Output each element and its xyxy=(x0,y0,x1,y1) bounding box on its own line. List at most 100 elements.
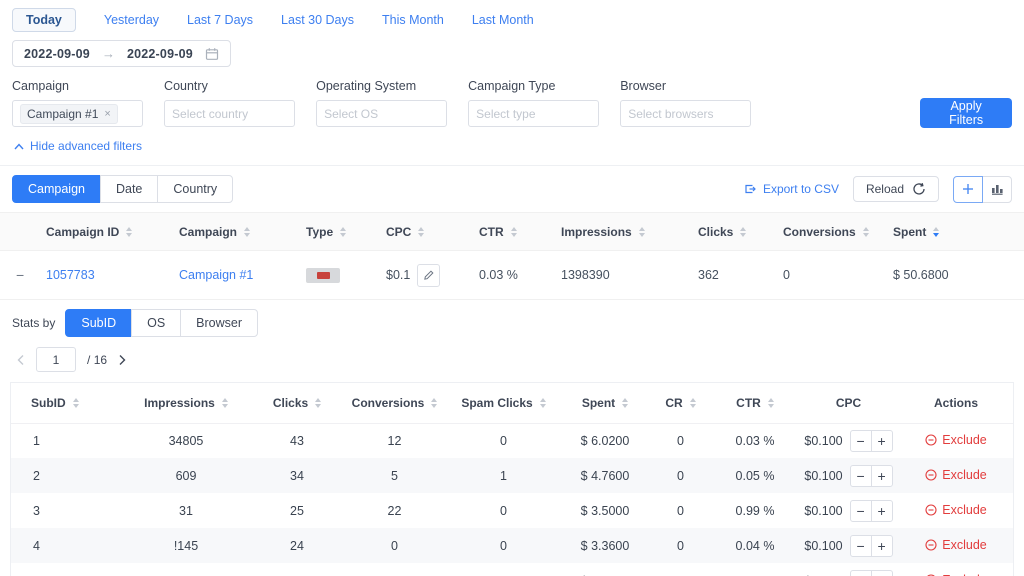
next-page-button[interactable] xyxy=(118,354,127,366)
range-last30-button[interactable]: Last 30 Days xyxy=(281,9,354,31)
column-header-conversions[interactable]: Conversions xyxy=(343,383,446,423)
export-csv-link[interactable]: Export to CSV xyxy=(743,182,839,196)
tab-subid[interactable]: SubID xyxy=(65,309,132,337)
remove-tag-icon[interactable]: × xyxy=(104,108,110,120)
subid-value: 3 xyxy=(11,493,121,528)
column-header-ctr[interactable]: CTR xyxy=(712,383,798,423)
sort-icon[interactable] xyxy=(418,227,424,237)
tab-campaign[interactable]: Campaign xyxy=(12,175,101,203)
sort-icon[interactable] xyxy=(431,398,437,408)
spam-clicks-value: 0 xyxy=(446,563,561,576)
exclude-button[interactable]: Exclude xyxy=(925,468,986,482)
sort-icon[interactable] xyxy=(222,398,228,408)
exclude-button[interactable]: Exclude xyxy=(925,573,986,576)
column-header-cr[interactable]: CR xyxy=(649,383,712,423)
sort-icon[interactable] xyxy=(768,398,774,408)
sort-icon[interactable] xyxy=(639,227,645,237)
sort-icon[interactable] xyxy=(315,398,321,408)
reload-label: Reload xyxy=(866,182,904,196)
clicks-value: 14 xyxy=(251,563,343,576)
sort-icon[interactable] xyxy=(863,227,869,237)
campaign-filter-input[interactable]: Campaign #1 × xyxy=(12,100,143,127)
sort-icon[interactable] xyxy=(740,227,746,237)
cpc-decrease-button[interactable]: − xyxy=(850,535,872,557)
reload-button[interactable]: Reload xyxy=(853,176,939,202)
cpc-decrease-button[interactable]: − xyxy=(850,430,872,452)
cpc-decrease-button[interactable]: − xyxy=(850,465,872,487)
cpc-decrease-button[interactable]: − xyxy=(850,500,872,522)
apply-filters-button[interactable]: Apply Filters xyxy=(920,98,1012,128)
tab-os[interactable]: OS xyxy=(131,309,181,337)
tab-browser[interactable]: Browser xyxy=(180,309,258,337)
range-last7-button[interactable]: Last 7 Days xyxy=(187,9,253,31)
chevron-left-icon xyxy=(16,354,25,366)
cpc-increase-button[interactable]: + xyxy=(871,570,893,576)
campaign-type-filter-input[interactable] xyxy=(476,107,591,121)
campaign-name-link[interactable]: Campaign #1 xyxy=(179,268,253,282)
cpc-value: $0.100 xyxy=(804,469,842,483)
campaign-id-link[interactable]: 1057783 xyxy=(46,268,95,282)
column-header-conversions[interactable]: Conversions xyxy=(775,213,885,251)
date-end[interactable]: 2022-09-09 xyxy=(127,47,193,61)
sort-icon[interactable] xyxy=(340,227,346,237)
table-view-button[interactable] xyxy=(953,176,983,203)
expand-column-header xyxy=(0,213,38,251)
cpc-increase-button[interactable]: + xyxy=(871,430,893,452)
column-header-campaign[interactable]: Campaign xyxy=(171,213,298,251)
column-header-spam-clicks[interactable]: Spam Clicks xyxy=(446,383,561,423)
prev-page-button[interactable] xyxy=(16,354,25,366)
column-header-impressions[interactable]: Impressions xyxy=(121,383,251,423)
column-header-clicks[interactable]: Clicks xyxy=(690,213,775,251)
column-header-subid[interactable]: SubID xyxy=(11,383,121,423)
range-yesterday-button[interactable]: Yesterday xyxy=(104,9,159,31)
column-header-ctr[interactable]: CTR xyxy=(471,213,553,251)
page-number-input[interactable] xyxy=(36,347,76,372)
campaign-conversions-value: 0 xyxy=(775,251,885,300)
cpc-increase-button[interactable]: + xyxy=(871,465,893,487)
stats-by-label: Stats by xyxy=(12,316,55,330)
exclude-button[interactable]: Exclude xyxy=(925,503,986,517)
browser-filter-input[interactable] xyxy=(628,107,743,121)
edit-cpc-button[interactable] xyxy=(417,264,440,287)
date-start[interactable]: 2022-09-09 xyxy=(24,47,90,61)
page-total: 16 xyxy=(94,353,107,367)
cpc-increase-button[interactable]: + xyxy=(871,535,893,557)
sort-icon[interactable] xyxy=(511,227,517,237)
sort-icon[interactable] xyxy=(622,398,628,408)
country-filter-input[interactable] xyxy=(172,107,287,121)
tab-date[interactable]: Date xyxy=(100,175,158,203)
column-header-cpc[interactable]: CPC xyxy=(378,213,471,251)
sort-icon[interactable] xyxy=(244,227,250,237)
collapse-row-button[interactable]: − xyxy=(8,267,24,283)
subid-value: 5 xyxy=(11,563,121,576)
os-filter-input[interactable] xyxy=(324,107,439,121)
tab-country[interactable]: Country xyxy=(157,175,233,203)
column-header-spent[interactable]: Spent xyxy=(561,383,649,423)
campaign-ctr-value: 0.03 % xyxy=(471,251,553,300)
sort-icon[interactable] xyxy=(126,227,132,237)
sort-icon[interactable] xyxy=(933,227,939,237)
sort-icon[interactable] xyxy=(540,398,546,408)
export-csv-label: Export to CSV xyxy=(763,182,839,196)
exclude-button[interactable]: Exclude xyxy=(925,538,986,552)
exclude-button[interactable]: Exclude xyxy=(925,433,986,447)
hide-advanced-filters-link[interactable]: Hide advanced filters xyxy=(0,127,1024,165)
sort-icon[interactable] xyxy=(690,398,696,408)
column-header-spent[interactable]: Spent xyxy=(885,213,1024,251)
column-header-campaign-id[interactable]: Campaign ID xyxy=(38,213,171,251)
pencil-icon xyxy=(423,270,434,281)
date-range-picker[interactable]: 2022-09-09 → 2022-09-09 xyxy=(12,40,231,67)
column-header-type[interactable]: Type xyxy=(298,213,378,251)
cpc-increase-button[interactable]: + xyxy=(871,500,893,522)
column-header-impressions[interactable]: Impressions xyxy=(553,213,690,251)
subid-row: 3 31 25 22 0 $ 3.5000 0 0.99 % $0.100−+ … xyxy=(11,493,1013,528)
range-this-month-button[interactable]: This Month xyxy=(382,9,444,31)
range-today-button[interactable]: Today xyxy=(12,8,76,32)
subid-row: 1 34805 43 12 0 $ 6.0200 0 0.03 % $0.100… xyxy=(11,423,1013,458)
cpc-decrease-button[interactable]: − xyxy=(850,570,872,576)
campaign-spent-value: $ 50.6800 xyxy=(885,251,1024,300)
sort-icon[interactable] xyxy=(73,398,79,408)
column-header-clicks[interactable]: Clicks xyxy=(251,383,343,423)
chart-view-button[interactable] xyxy=(982,176,1012,203)
range-last-month-button[interactable]: Last Month xyxy=(472,9,534,31)
